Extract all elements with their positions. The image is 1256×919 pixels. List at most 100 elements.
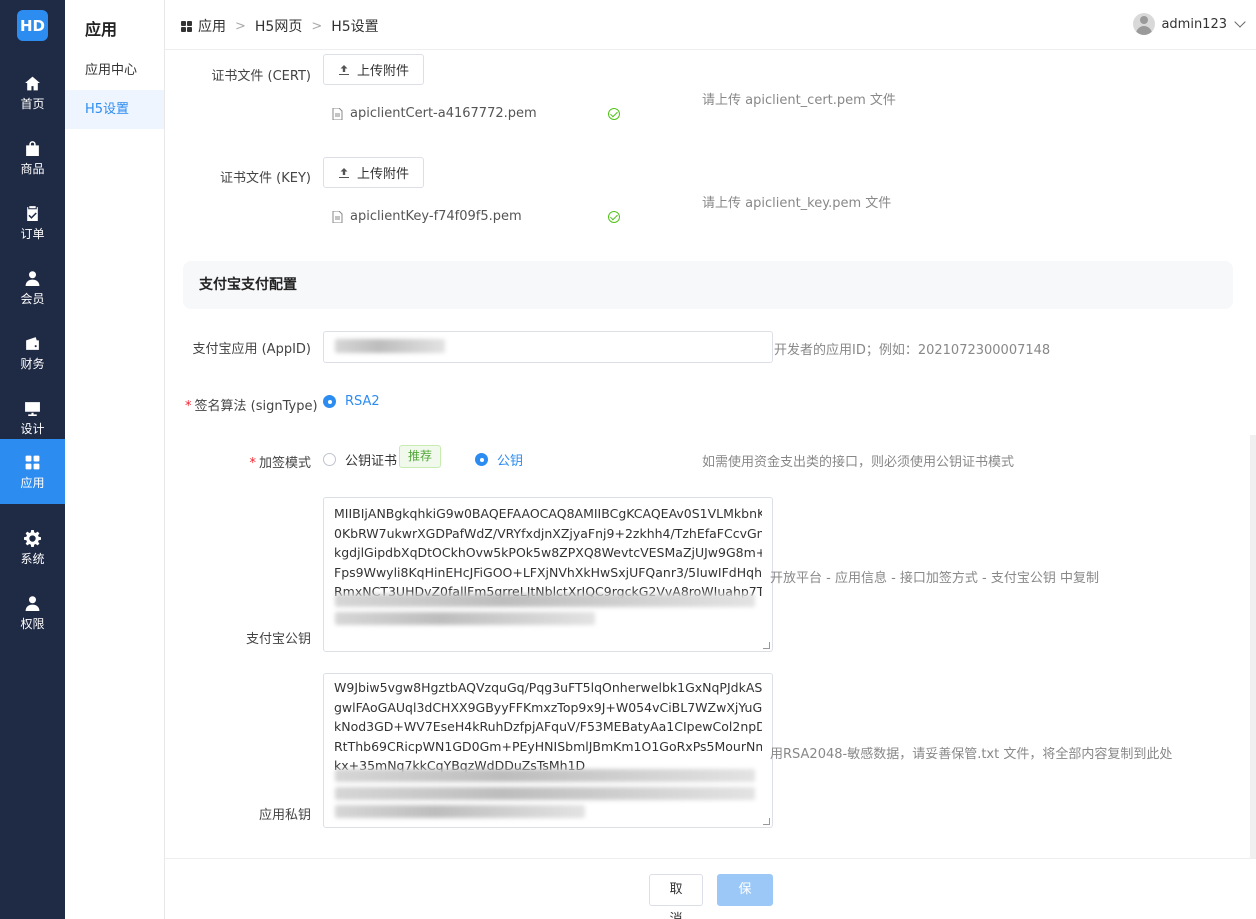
monitor-icon: [25, 401, 40, 416]
textarea-line: kgdjlGipdbXqDtOCkhOvw5kPOk5w8ZPXQ8WevtcV…: [334, 545, 762, 561]
radio-label: 公钥: [497, 454, 524, 469]
cert-file-name: apiclientCert-a4167772.pem: [350, 106, 537, 121]
main-content: 证书文件 (CERT) 上传附件 apiclientCert-a4167772.…: [165, 50, 1256, 858]
appid-label: 支付宝应用 (AppID): [192, 342, 311, 357]
upload-cert-button[interactable]: 上传附件: [323, 54, 425, 85]
sign-type-label: * 签名算法 (signType): [185, 399, 318, 414]
public-key-hint: 开放平台 - 应用信息 - 接口加签方式 - 支付宝公钥 中复制: [770, 571, 1099, 586]
grid-icon: [25, 455, 40, 469]
radio-public-key-cert[interactable]: 公钥证书: [323, 450, 397, 469]
username: admin123: [1161, 16, 1227, 32]
upload-icon: [339, 64, 349, 75]
sign-mode-label-text: 加签模式: [258, 456, 311, 471]
user-icon: [25, 270, 40, 286]
nav-item-label: 会员: [20, 291, 45, 306]
upload-button-label: 上传附件: [357, 167, 410, 182]
save-button[interactable]: 保存: [717, 874, 773, 919]
breadcrumb: 应用 > H5网页 > H5设置: [181, 16, 379, 36]
check-circle-icon: [608, 211, 620, 223]
home-icon: [25, 76, 40, 90]
nav-item-home[interactable]: 首页: [0, 60, 65, 125]
redacted-public-key: [335, 594, 755, 607]
sidebar-item-app-center[interactable]: 应用中心: [65, 51, 164, 90]
sidebar-title: 应用: [85, 20, 118, 39]
nav-item-label: 商品: [20, 161, 45, 176]
chevron-down-icon: [1234, 16, 1246, 28]
file-icon: [332, 210, 343, 223]
file-icon: [332, 107, 343, 120]
cert-file-label: 证书文件 (CERT): [211, 69, 311, 84]
app-logo[interactable]: HD: [17, 10, 48, 41]
radio-public-key[interactable]: 公钥: [475, 450, 523, 469]
upload-icon: [339, 167, 349, 178]
nav-item-permissions[interactable]: 权限: [0, 580, 65, 645]
textarea-line: MIIBIjANBgkqhkiG9w0BAQEFAAOCAQ8AMIIBCgKC…: [334, 506, 762, 521]
nav-item-finance[interactable]: 财务: [0, 320, 65, 385]
nav-item-members[interactable]: 会员: [0, 255, 65, 320]
recommended-tag: 推荐: [399, 445, 442, 468]
radio-rsa2[interactable]: RSA2: [323, 394, 380, 409]
chevron-right-icon: >: [235, 18, 246, 34]
redacted-public-key: [335, 612, 595, 625]
textarea-line: RtThb69CRicpWN1GD0Gm+PEyHNISbmlJBmKm1O1G…: [334, 738, 762, 754]
radio-label: 公钥证书: [345, 454, 398, 469]
nav-item-system[interactable]: 系统: [0, 515, 65, 580]
key-file-label: 证书文件 (KEY): [220, 171, 311, 186]
key-file-name: apiclientKey-f74f09f5.pem: [350, 209, 522, 224]
app-private-key-label: 应用私钥: [258, 808, 311, 823]
redacted-private-key: [335, 769, 755, 782]
cert-file-item[interactable]: apiclientCert-a4167772.pem: [332, 106, 537, 121]
avatar: [1133, 13, 1156, 35]
chevron-right-icon: >: [311, 18, 323, 34]
upload-key-button[interactable]: 上传附件: [323, 157, 425, 188]
secondary-sidebar: 应用 应用中心 H5设置: [65, 0, 165, 919]
redacted-private-key: [335, 787, 755, 800]
content-scrollbar[interactable]: [1250, 435, 1256, 858]
appid-hint: 开发者的应用ID；例如：2021072300007148: [774, 343, 1051, 358]
breadcrumb-item-h5-settings: H5设置: [331, 19, 379, 35]
user-menu[interactable]: admin123: [1133, 13, 1246, 35]
redacted-private-key: [335, 805, 585, 818]
nav-item-products[interactable]: 商品: [0, 125, 65, 190]
nav-item-label: 应用: [20, 475, 45, 490]
alipay-public-key-label: 支付宝公钥: [245, 632, 311, 647]
sidebar-item-h5-settings[interactable]: H5设置: [65, 90, 164, 129]
clipboard-check-icon: [27, 205, 38, 221]
upload-button-label: 上传附件: [357, 64, 410, 79]
key-file-hint: 请上传 apiclient_key.pem 文件: [702, 196, 892, 211]
top-header: 应用 > H5网页 > H5设置 admin123: [165, 0, 1256, 50]
grid-icon: [181, 20, 192, 32]
private-key-hint: 用RSA2048-敏感数据，请妥善保管.txt 文件，将全部内容复制到此处: [770, 747, 1173, 762]
nav-item-label: 权限: [20, 616, 45, 631]
nav-item-apps[interactable]: 应用: [0, 439, 65, 504]
textarea-line: W9Jbiw5vgw8HgztbAQVzquGq/Pqg3uFT5lqOnher…: [334, 680, 762, 695]
sign-mode-label: * 加签模式: [249, 456, 311, 471]
breadcrumb-item-h5-page[interactable]: H5网页: [255, 16, 302, 36]
nav-item-label: 系统: [20, 551, 45, 566]
textarea-line: kNod3GD+WV7EseH4kRuhDzfpjAFquV/F53MEBaty…: [334, 719, 762, 735]
radio-dot: [323, 453, 336, 466]
check-circle-icon: [608, 108, 620, 120]
alipay-section-title: 支付宝支付配置: [183, 261, 1233, 309]
cancel-button[interactable]: 取消: [649, 874, 703, 919]
resize-handle[interactable]: [763, 818, 770, 825]
nav-item-label: 首页: [20, 96, 45, 111]
radio-dot: [475, 453, 488, 466]
nav-item-label: 订单: [20, 226, 45, 241]
nav-item-orders[interactable]: 订单: [0, 190, 65, 255]
alipay-public-key-textarea[interactable]: MIIBIjANBgkqhkiG9w0BAQEFAAOCAQ8AMIIBCgKC…: [323, 497, 773, 652]
shopping-bag-icon: [26, 140, 39, 156]
resize-handle[interactable]: [763, 642, 770, 649]
key-file-item[interactable]: apiclientKey-f74f09f5.pem: [332, 209, 522, 224]
form-footer: 取消 保存: [165, 858, 1256, 919]
nav-item-label: 财务: [20, 356, 45, 371]
textarea-line: Fps9Wwyli8KqHinEHcJFiGOO+LFXjNVhXkHwSxjU…: [334, 564, 762, 580]
nav-item-label: 设计: [20, 421, 45, 436]
sign-type-label-text: 签名算法 (signType): [194, 399, 318, 414]
radio-label: RSA2: [345, 394, 380, 409]
radio-dot: [323, 395, 336, 408]
main-nav: HD 首页 商品 订单 会员 财务 设计 应用 系统 权限: [0, 0, 65, 919]
wallet-icon: [26, 336, 39, 350]
user-shield-icon: [25, 595, 40, 611]
breadcrumb-item-apps[interactable]: 应用: [198, 16, 226, 36]
